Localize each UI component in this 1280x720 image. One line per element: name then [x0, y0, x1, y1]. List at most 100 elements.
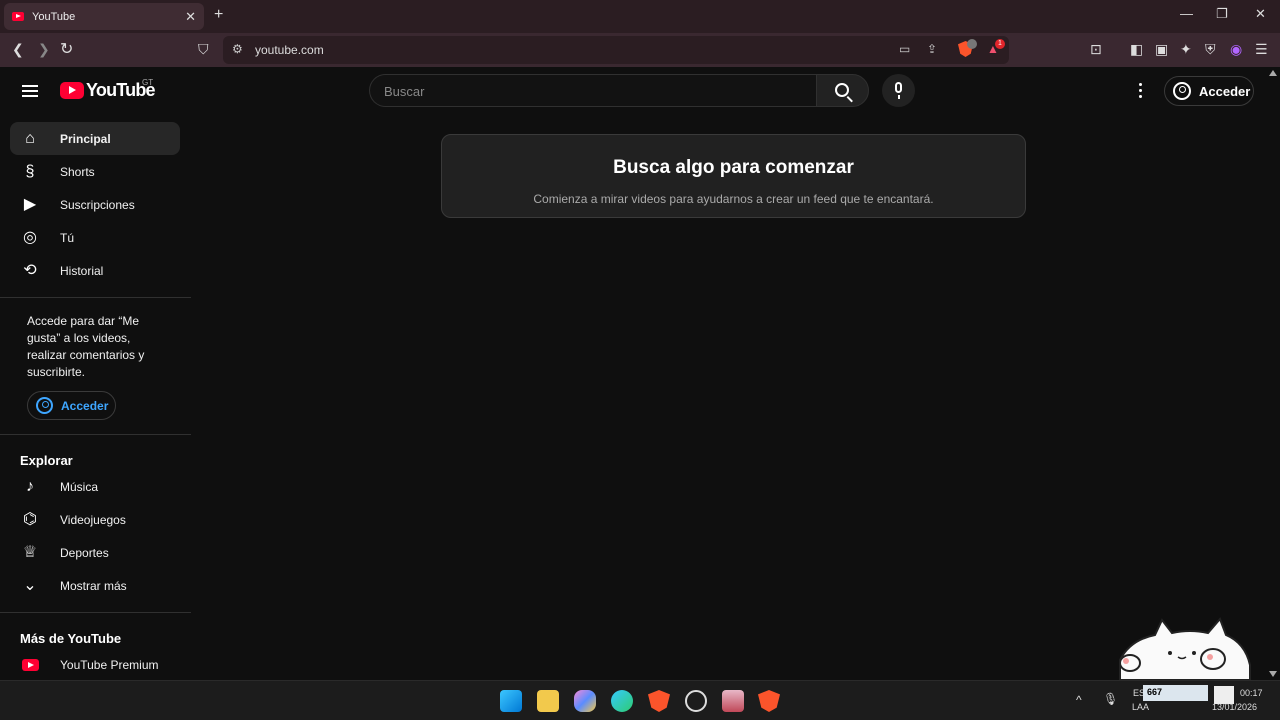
- tab-title: YouTube: [32, 10, 76, 23]
- gaming-icon: ⌬: [23, 511, 37, 528]
- home-icon: ⌂: [25, 130, 35, 147]
- menu-icon[interactable]: ☰: [1255, 41, 1268, 58]
- clock-time[interactable]: 00:17: [1240, 688, 1263, 698]
- sidebar-item-shorts[interactable]: § Shorts: [10, 155, 180, 188]
- sidebar-item-label: Shorts: [60, 165, 95, 179]
- start-icon[interactable]: [500, 690, 522, 712]
- window-close-icon[interactable]: ✕: [1255, 6, 1266, 22]
- file-explorer-icon[interactable]: [537, 690, 559, 712]
- new-tab-icon[interactable]: +: [214, 6, 223, 24]
- youtube-page: YouTube GT Buscar Acceder ⌂ Principal § …: [0, 67, 1280, 680]
- site-info-icon[interactable]: ⚙: [232, 42, 243, 56]
- search-icon: [835, 83, 849, 97]
- bookmark-icon[interactable]: ⛉: [198, 41, 209, 58]
- sidebar-item-label: Principal: [60, 132, 111, 146]
- trophy-icon: ♕: [22, 544, 38, 561]
- language-bottom[interactable]: LAA: [1132, 702, 1149, 712]
- brave-browser-icon[interactable]: [648, 690, 670, 712]
- divider: [0, 434, 191, 435]
- sidebar-item-deportes[interactable]: ♕ Deportes: [10, 536, 180, 569]
- user-icon: [36, 397, 53, 414]
- microphone-stem: [898, 95, 900, 99]
- divider: [0, 297, 191, 298]
- browser-tab-youtube[interactable]: YouTube ✕: [4, 3, 204, 30]
- search-button[interactable]: [816, 74, 869, 107]
- photos-icon[interactable]: [722, 690, 744, 712]
- chevron-down-icon: ⌄: [23, 577, 37, 594]
- youtube-play-icon: [60, 82, 84, 99]
- youtube-premium-icon: [22, 659, 39, 671]
- forward-icon[interactable]: ❯: [38, 41, 50, 58]
- voice-search-button[interactable]: [882, 74, 915, 107]
- signin-label: Acceder: [1199, 83, 1251, 99]
- wallet-icon[interactable]: ▣: [1155, 41, 1168, 58]
- minimize-icon[interactable]: —: [1180, 6, 1193, 21]
- divider: [0, 612, 191, 613]
- signin-button[interactable]: Acceder: [1164, 76, 1254, 106]
- history-icon: ⟲: [23, 262, 37, 279]
- microphone-icon: [895, 82, 902, 93]
- tab-close-icon[interactable]: ✕: [185, 9, 196, 25]
- sidebar-toggle-icon[interactable]: ◧: [1130, 41, 1143, 58]
- sidebar-item-principal[interactable]: ⌂ Principal: [10, 122, 180, 155]
- search-placeholder: Buscar: [384, 84, 425, 99]
- rewards-badge: 1: [995, 39, 1005, 49]
- clock-date[interactable]: 13/01/2026: [1212, 702, 1257, 712]
- tray-overflow-icon[interactable]: ^: [1076, 693, 1082, 707]
- user-icon: [1173, 82, 1191, 100]
- edge-icon[interactable]: [611, 690, 633, 712]
- share-icon[interactable]: ⇪: [927, 42, 937, 56]
- shorts-icon: §: [25, 163, 35, 180]
- reload-icon[interactable]: ↻: [60, 39, 73, 59]
- sidebar-item-musica[interactable]: ♪ Música: [10, 470, 180, 503]
- browser-toolbar: ❮ ❯ ↻ ⛉ ⚙ youtube.com ▭ ⇪ ▲ 1 ⊡ ◧ ▣ ✦ ⛨ …: [0, 33, 1280, 67]
- music-icon: ♪: [26, 478, 34, 495]
- windows-taskbar: ^ 🎙 ES LAA 667 00:17 13/01/2026: [0, 680, 1280, 720]
- sidebar-item-mostrar-mas[interactable]: ⌄ Mostrar más: [10, 569, 180, 602]
- browser-tab-strip: YouTube ✕ + — ❐ ✕: [0, 0, 1280, 33]
- sidebar-signin-button[interactable]: Acceder: [27, 391, 116, 420]
- sidebar-item-tu[interactable]: ◎ Tú: [10, 221, 180, 254]
- scrollbar-up-arrow-icon[interactable]: [1269, 70, 1277, 76]
- explore-heading: Explorar: [20, 453, 73, 468]
- extension-icon[interactable]: ⊡: [1090, 41, 1102, 58]
- shields-badge: [967, 39, 977, 49]
- sidebar-item-label: Tú: [60, 231, 75, 245]
- bongo-cat-overlay: [1119, 617, 1251, 680]
- guide-menu-icon[interactable]: [22, 85, 38, 97]
- obs-icon[interactable]: [685, 690, 707, 712]
- tray-microphone-icon[interactable]: 🎙: [1103, 692, 1118, 706]
- signin-message: Accede para dar “Me gusta” a los videos,…: [27, 314, 145, 379]
- copilot-icon[interactable]: [574, 690, 596, 712]
- sidebar-item-youtube-premium[interactable]: YouTube Premium: [10, 648, 180, 680]
- leo-ai-icon[interactable]: ✦: [1180, 41, 1192, 58]
- youtube-logo[interactable]: YouTube GT: [60, 78, 156, 101]
- cast-icon[interactable]: ▭: [899, 42, 910, 56]
- sidebar-item-suscripciones[interactable]: ▶ Suscripciones: [10, 188, 180, 221]
- brave-active-icon[interactable]: [758, 690, 780, 712]
- you-icon: ◎: [23, 229, 37, 246]
- sidebar-item-historial[interactable]: ⟲ Historial: [10, 254, 180, 287]
- url-text[interactable]: youtube.com: [255, 43, 324, 57]
- profile-icon[interactable]: ◉: [1230, 41, 1242, 58]
- settings-kebab-icon[interactable]: [1139, 83, 1143, 101]
- sidebar-item-label: Música: [60, 480, 99, 494]
- address-bar[interactable]: ⚙ youtube.com ▭ ⇪ ▲ 1: [223, 36, 1009, 64]
- search-input[interactable]: Buscar: [369, 74, 816, 107]
- youtube-favicon-icon: [12, 12, 24, 21]
- back-icon[interactable]: ❮: [12, 41, 24, 58]
- maximize-icon[interactable]: ❐: [1216, 6, 1228, 22]
- counter-overlay: 667: [1143, 685, 1208, 701]
- more-from-youtube-heading: Más de YouTube: [20, 631, 122, 646]
- sidebar-item-label: Deportes: [60, 546, 109, 560]
- scrollbar-down-arrow-icon[interactable]: [1269, 671, 1277, 677]
- card-title: Busca algo para comenzar: [613, 157, 854, 178]
- vpn-icon[interactable]: ⛨: [1205, 41, 1216, 58]
- sidebar-item-label: YouTube Premium: [60, 658, 159, 672]
- country-code: GT: [142, 78, 154, 87]
- sidebar-item-label: Videojuegos: [60, 513, 126, 527]
- empty-feed-card: Busca algo para comenzar Comienza a mira…: [441, 134, 1026, 218]
- sidebar-item-videojuegos[interactable]: ⌬ Videojuegos: [10, 503, 180, 536]
- sidebar-item-label: Suscripciones: [60, 198, 135, 212]
- sidebar-item-label: Mostrar más: [60, 579, 127, 593]
